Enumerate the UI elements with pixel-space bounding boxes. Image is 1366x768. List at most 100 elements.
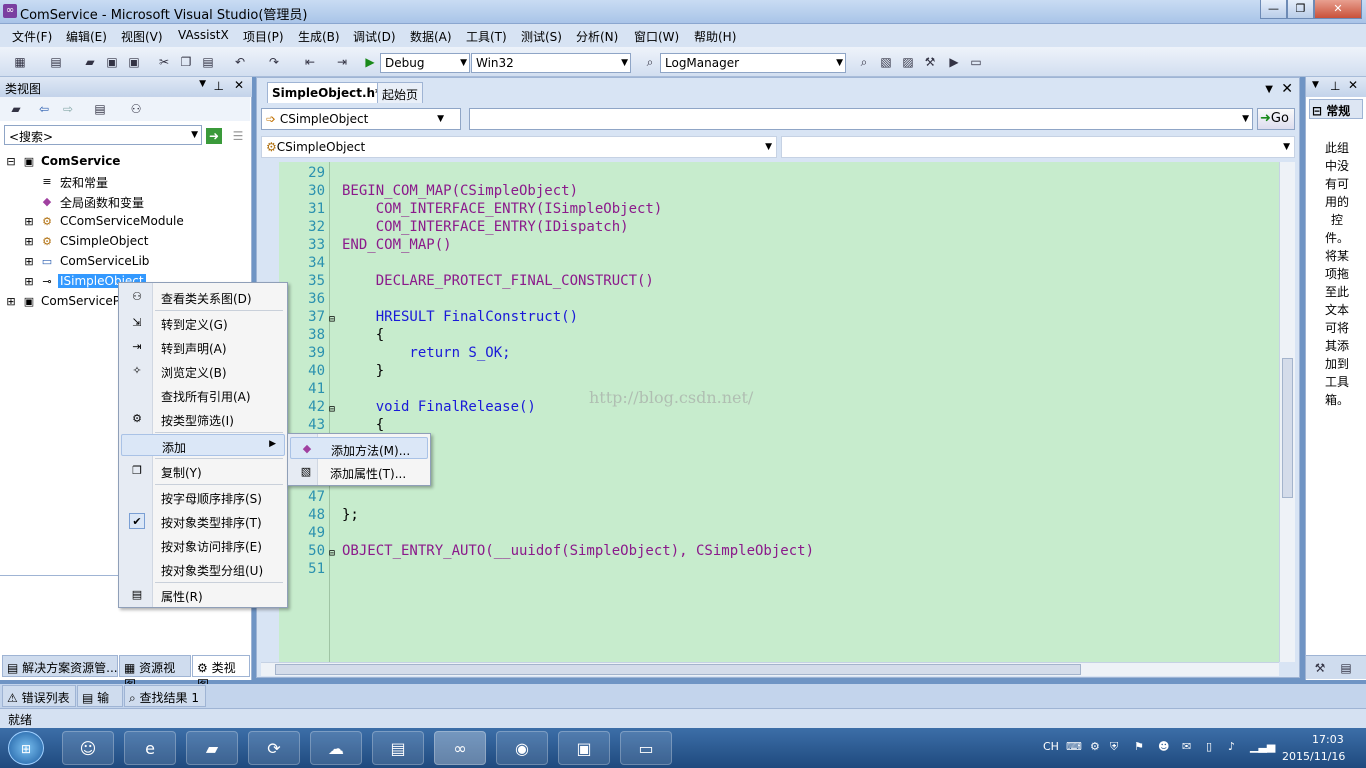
cloud-app-icon[interactable]: ☁	[310, 731, 362, 765]
go-button[interactable]: ➜Go	[1257, 108, 1295, 130]
image-viewer-icon[interactable]: ▭	[620, 731, 672, 765]
tree-item-ccomservicemodule[interactable]: ⊞ ⚙ CComServiceModule	[0, 212, 250, 232]
menu-analyze[interactable]: 分析(N)	[576, 28, 618, 45]
expand-icon[interactable]: ⊞	[22, 235, 36, 249]
start-debug-icon[interactable]: ▶	[362, 54, 378, 70]
pin-icon[interactable]: ⊥	[214, 79, 224, 93]
copy-icon[interactable]: ❐	[178, 54, 194, 70]
ie-browser-icon[interactable]: e	[124, 731, 176, 765]
menu-debug[interactable]: 调试(D)	[353, 28, 396, 45]
forward-arrow-icon[interactable]: ⇨	[60, 101, 76, 117]
menu-tools[interactable]: 工具(T)	[466, 28, 507, 45]
command-window-icon[interactable]: ▭	[968, 54, 984, 70]
tab-find-results[interactable]: ⌕ 查找结果 1	[124, 685, 206, 707]
shield-icon[interactable]: ⛨	[1110, 740, 1118, 754]
new-project-icon[interactable]: ▦	[12, 54, 28, 70]
menu-file[interactable]: 文件(F)	[12, 28, 52, 45]
close-button[interactable]: ✕	[1314, 0, 1362, 19]
menu-item-go-to-definition[interactable]: ⇲ 转到定义(G)	[121, 312, 285, 334]
redo-icon[interactable]: ↷	[266, 54, 282, 70]
menu-item-add-property[interactable]: ▧ 添加属性(T)...	[290, 461, 428, 483]
menu-item-sort-by-access[interactable]: 按对象访问排序(E)	[121, 534, 285, 556]
tab-list-icon[interactable]: ▼	[1265, 84, 1273, 95]
close-panel-icon[interactable]: ✕	[1348, 78, 1358, 92]
menu-item-add-method[interactable]: ◆ 添加方法(M)...	[290, 437, 428, 459]
tree-item-csimpleobject[interactable]: ⊞ ⚙ CSimpleObject	[0, 232, 250, 252]
solution-explorer-icon[interactable]: ▧	[878, 54, 894, 70]
menu-item-find-all-references[interactable]: 查找所有引用(A)	[121, 384, 285, 406]
expand-icon[interactable]: ⊞	[22, 275, 36, 289]
menu-test[interactable]: 测试(S)	[521, 28, 562, 45]
penguin-icon[interactable]: ☻	[1158, 740, 1169, 753]
menu-edit[interactable]: 编辑(E)	[66, 28, 107, 45]
tree-item-globals[interactable]: ◆ 全局函数和变量	[0, 192, 250, 212]
taskbar-app-icon[interactable]: ☺	[62, 731, 114, 765]
tab-resource-view[interactable]: ▦ 资源视图	[119, 655, 191, 692]
tab-simpleobject-h[interactable]: SimpleObject.h*	[267, 82, 387, 103]
tree-item-comservice[interactable]: ⊟ ▣ ComService	[0, 152, 250, 172]
dropdown-icon[interactable]: ▼	[199, 79, 206, 89]
security-icon[interactable]: ⚑	[1134, 740, 1144, 753]
chat-app-icon[interactable]: ▤	[372, 731, 424, 765]
navigate-back-icon[interactable]: ⇤	[302, 54, 318, 70]
expand-icon[interactable]: ⊞	[22, 255, 36, 269]
menu-item-browse-definition[interactable]: ✧ 浏览定义(B)	[121, 360, 285, 382]
scroll-thumb[interactable]	[275, 664, 1081, 675]
monitor-app-icon[interactable]: ▣	[558, 731, 610, 765]
find-files-icon[interactable]: ⌕	[856, 54, 872, 70]
menu-vassistx[interactable]: VAssistX	[178, 28, 229, 42]
function-combo[interactable]: ▼	[781, 136, 1295, 158]
volume-icon[interactable]: ♪	[1228, 740, 1235, 753]
search-go-icon[interactable]: ➜	[206, 128, 222, 144]
settings-tray-icon[interactable]: ⚙	[1090, 740, 1100, 753]
menu-item-go-to-declaration[interactable]: ⇥ 转到声明(A)	[121, 336, 285, 358]
menu-item-copy[interactable]: ❐ 复制(Y)	[121, 460, 285, 482]
platform-combo[interactable]: Win32 ▼	[471, 53, 631, 73]
properties-tab-icon[interactable]: ▤	[1338, 660, 1354, 676]
folder-icon[interactable]: ▰	[8, 101, 24, 117]
network-app-icon[interactable]: ◉	[496, 731, 548, 765]
save-icon[interactable]: ▣	[104, 54, 120, 70]
add-item-icon[interactable]: ▤	[48, 54, 64, 70]
device-icon[interactable]: ▯	[1206, 740, 1212, 753]
network-signal-icon[interactable]: ▁▃▅	[1250, 740, 1275, 753]
navigate-forward-icon[interactable]: ⇥	[334, 54, 350, 70]
tab-start-page[interactable]: 起始页	[377, 82, 424, 103]
menu-build[interactable]: 生成(B)	[298, 28, 340, 45]
menu-item-sort-by-object-type[interactable]: ✔ 按对象类型排序(T)	[121, 510, 285, 532]
menu-help[interactable]: 帮助(H)	[694, 28, 736, 45]
toolbox-tab-icon[interactable]: ⚒	[1312, 660, 1328, 676]
back-arrow-icon[interactable]: ⇦	[36, 101, 52, 117]
toolbox-group-header[interactable]: ⊟ 常规	[1309, 99, 1363, 119]
tab-solution-explorer[interactable]: ▤ 解决方案资源管...	[2, 655, 118, 677]
code-area[interactable]: 29 30 BEGIN_COM_MAP(CSimpleObject) 31 COM…	[279, 162, 1279, 662]
menu-item-filter-by-type[interactable]: ⚙ 按类型筛选(I)	[121, 408, 285, 430]
menu-item-view-class-diagram[interactable]: ⚇ 查看类关系图(D)	[121, 286, 285, 308]
dropdown-icon[interactable]: ▼	[1312, 80, 1319, 90]
expand-icon[interactable]: ⊞	[4, 295, 18, 309]
scope-combo[interactable]: ⚙CSimpleObject ▼	[261, 136, 777, 158]
close-document-icon[interactable]: ✕	[1281, 81, 1293, 97]
horizontal-scrollbar[interactable]	[261, 662, 1279, 676]
vertical-scrollbar[interactable]	[1279, 162, 1295, 662]
tab-output[interactable]: ▤ 输出	[77, 685, 123, 722]
collapse-icon[interactable]: ⊟	[4, 155, 18, 169]
search-input[interactable]: <搜索> ▼	[4, 125, 202, 145]
class-diagram-icon[interactable]: ⚇	[128, 101, 144, 117]
close-panel-icon[interactable]: ✕	[234, 78, 244, 92]
pin-icon[interactable]: ⊥	[1330, 79, 1340, 93]
open-folder-icon[interactable]: ▰	[82, 54, 98, 70]
maximize-button[interactable]: ❐	[1287, 0, 1314, 19]
clock-date[interactable]: 2015/11/16	[1282, 750, 1345, 763]
tree-item-comservicelib[interactable]: ⊞ ▭ ComServiceLib	[0, 252, 250, 272]
properties-icon[interactable]: ▨	[900, 54, 916, 70]
menu-item-add[interactable]: 添加 ▶	[121, 434, 285, 456]
cut-icon[interactable]: ✂	[156, 54, 172, 70]
clear-search-icon[interactable]: ☰	[230, 128, 246, 144]
tab-class-view[interactable]: ⚙ 类视图	[192, 655, 250, 692]
save-all-icon[interactable]: ▣	[126, 54, 142, 70]
menu-item-properties[interactable]: ▤ 属性(R)	[121, 584, 285, 606]
minimize-button[interactable]: —	[1260, 0, 1287, 19]
keyboard-icon[interactable]: ⌨	[1066, 740, 1082, 753]
mail-icon[interactable]: ✉	[1182, 740, 1191, 753]
